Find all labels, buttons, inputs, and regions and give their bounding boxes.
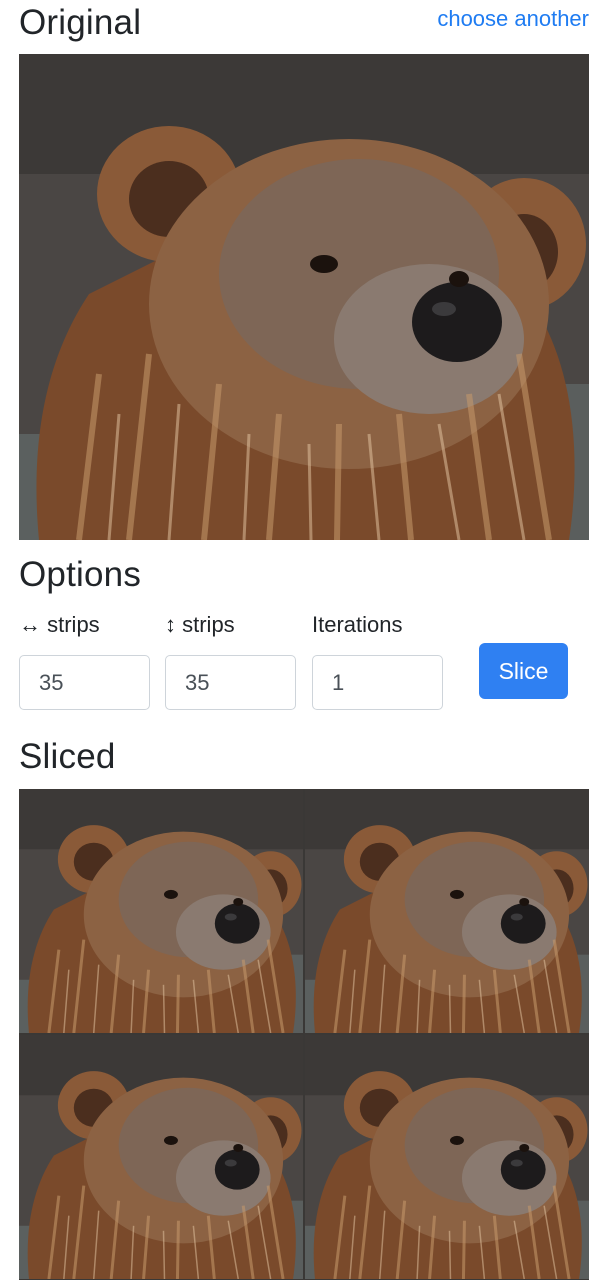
sliced-image <box>19 789 589 1280</box>
iterations-label: Iterations <box>312 612 403 637</box>
bear-photo-icon <box>19 54 589 540</box>
iterations-input[interactable] <box>312 655 443 710</box>
bear-photo-icon <box>305 789 589 1033</box>
bear-photo-icon <box>19 789 303 1033</box>
sliced-tile <box>305 789 589 1033</box>
horizontal-strips-input[interactable] <box>19 655 150 710</box>
options-title: Options <box>19 555 142 594</box>
choose-another-link[interactable]: choose another <box>437 6 589 32</box>
slice-button[interactable]: Slice <box>479 643 568 699</box>
original-title: Original <box>19 3 142 42</box>
bear-photo-icon <box>305 1035 589 1279</box>
sliced-tile <box>19 789 303 1033</box>
page: Original choose another Options ↔ strips… <box>0 0 610 1280</box>
vertical-strips-input[interactable] <box>165 655 296 710</box>
bear-photo-icon <box>19 1035 303 1279</box>
sliced-tile <box>19 1035 303 1279</box>
sliced-title: Sliced <box>19 737 116 776</box>
original-header: Original choose another <box>19 0 589 50</box>
sliced-tile <box>305 1035 589 1279</box>
vertical-strips-label: ↕ strips <box>165 612 235 637</box>
original-image <box>19 54 589 540</box>
horizontal-strips-label: ↔ strips <box>19 612 100 637</box>
